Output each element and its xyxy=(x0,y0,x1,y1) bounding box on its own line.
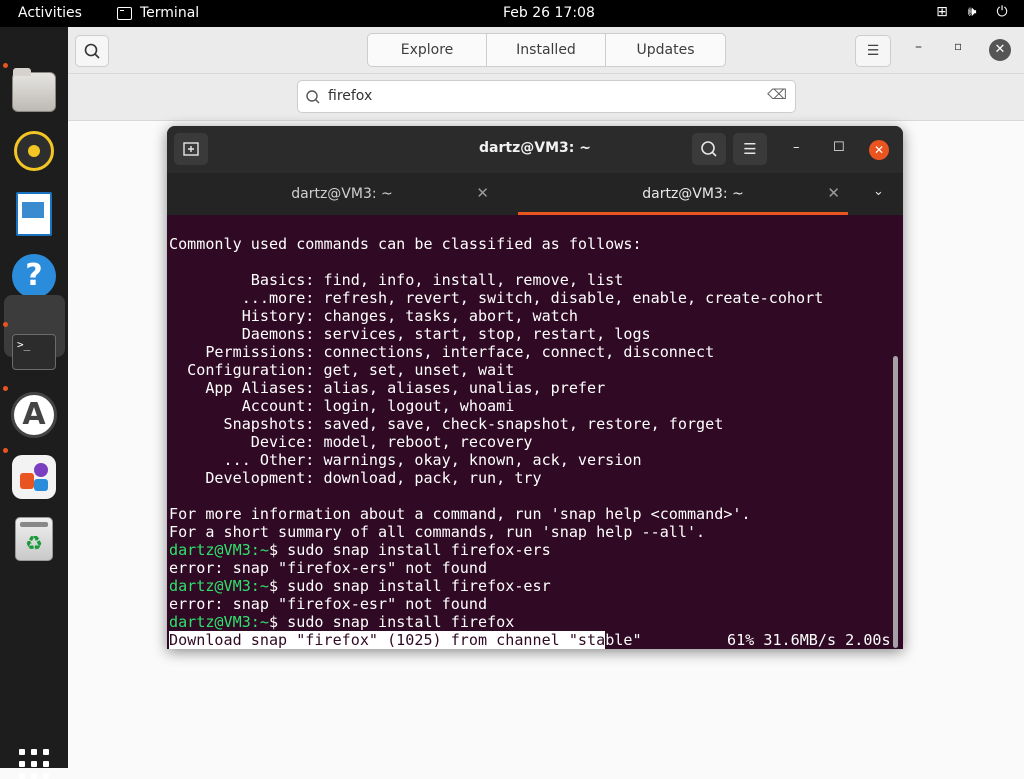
output-line: ...more: refresh, revert, switch, disabl… xyxy=(169,289,824,307)
top-bar: Activities Terminal Feb 26 17:08 ⊞ 🕪 ⏻ xyxy=(0,0,1024,27)
activities-button[interactable]: Activities xyxy=(18,5,82,21)
search-toggle-button[interactable] xyxy=(75,35,109,67)
output-line: Development: download, pack, run, try xyxy=(169,469,542,487)
prompt-path: :~ xyxy=(250,613,269,631)
terminal-headerbar: dartz@VM3: ~ ☰ – ☐ ✕ xyxy=(167,126,903,173)
terminal-window: dartz@VM3: ~ ☰ – ☐ ✕ dartz@VM3: ~ ✕ dart… xyxy=(167,126,903,649)
show-applications-icon[interactable] xyxy=(19,749,49,779)
download-eta: 2.00s xyxy=(845,631,891,649)
prompt-path: :~ xyxy=(250,541,269,559)
output-line: App Aliases: alias, aliases, unalias, pr… xyxy=(169,379,606,397)
minimize-icon[interactable]: – xyxy=(915,39,922,55)
terminal-app-icon[interactable]: >_ xyxy=(12,334,56,370)
download-speed: 31.6MB/s xyxy=(763,631,837,649)
output-line: Device: model, reboot, recovery xyxy=(169,433,533,451)
terminal-tab-label: dartz@VM3: ~ xyxy=(642,186,744,202)
download-stats: 61% 31.6MB/s 2.00s xyxy=(727,631,891,649)
output-line: Daemons: services, start, stop, restart,… xyxy=(169,325,651,343)
terminal-search-button[interactable] xyxy=(692,133,726,165)
terminal-menu-button[interactable]: ☰ xyxy=(733,133,767,165)
system-menu[interactable]: ⊞ 🕪 ⏻ xyxy=(934,4,1010,20)
network-icon[interactable]: ⊞ xyxy=(934,4,950,20)
search-icon xyxy=(306,90,320,104)
download-percent: 61% xyxy=(727,631,755,649)
close-tab-icon[interactable]: ✕ xyxy=(827,184,840,202)
download-progress-bar: Download snap "firefox" (1025) from chan… xyxy=(169,631,606,649)
output-line: Snapshots: saved, save, check-snapshot, … xyxy=(169,415,724,433)
download-progress-line: Download snap "firefox" (1025) from chan… xyxy=(169,631,642,649)
running-indicator xyxy=(3,386,8,391)
prompt-user: dartz@VM3 xyxy=(169,613,251,631)
terminal-tab-label: dartz@VM3: ~ xyxy=(291,186,393,202)
output-line: Permissions: connections, interface, con… xyxy=(169,343,715,361)
output-line: Configuration: get, set, unset, wait xyxy=(169,361,515,379)
app-center-icon[interactable] xyxy=(12,455,56,499)
software-search-input[interactable]: firefox ⌫ xyxy=(297,80,796,113)
hamburger-menu-icon[interactable]: ☰ xyxy=(855,35,891,67)
command-line: dartz@VM3:~$ sudo snap install firefox xyxy=(169,613,514,631)
software-updater-icon[interactable]: A xyxy=(11,392,57,438)
trash-icon[interactable]: ♻ xyxy=(15,517,53,561)
terminal-tab[interactable]: dartz@VM3: ~ ✕ xyxy=(167,173,517,215)
tab-updates[interactable]: Updates xyxy=(606,34,725,66)
terminal-tab-bar: dartz@VM3: ~ ✕ dartz@VM3: ~ ✕ ⌄ xyxy=(167,173,903,215)
output-line: For a short summary of all commands, run… xyxy=(169,523,706,541)
tab-explore[interactable]: Explore xyxy=(368,34,487,66)
running-indicator xyxy=(3,63,8,68)
download-text: ble" xyxy=(605,631,642,649)
output-line: Basics: find, info, install, remove, lis… xyxy=(169,271,624,289)
app-name: Terminal xyxy=(140,5,200,21)
close-icon[interactable]: ✕ xyxy=(869,140,889,160)
terminal-tab-active[interactable]: dartz@VM3: ~ ✕ xyxy=(518,173,868,215)
scrollbar[interactable] xyxy=(893,356,898,648)
command-text: $ sudo snap install firefox xyxy=(268,613,515,631)
close-icon[interactable]: ✕ xyxy=(989,39,1011,61)
command-text: $ sudo snap install firefox-ers xyxy=(268,541,551,559)
output-line: Commonly used commands can be classified… xyxy=(169,235,642,253)
tab-installed[interactable]: Installed xyxy=(487,34,606,66)
command-text: $ sudo snap install firefox-esr xyxy=(268,577,551,595)
maximize-icon[interactable]: ☐ xyxy=(833,140,845,155)
clock[interactable]: Feb 26 17:08 xyxy=(503,5,595,21)
output-line: For more information about a command, ru… xyxy=(169,505,751,523)
rhythmbox-icon[interactable] xyxy=(14,131,54,171)
output-line: error: snap "firefox-ers" not found xyxy=(169,559,488,577)
command-line: dartz@VM3:~$ sudo snap install firefox-e… xyxy=(169,541,551,559)
clear-search-icon[interactable]: ⌫ xyxy=(767,87,787,103)
terminal-icon xyxy=(117,6,132,20)
files-icon[interactable] xyxy=(12,68,56,112)
terminal-output[interactable]: Commonly used commands can be classified… xyxy=(167,215,903,649)
running-indicator xyxy=(3,322,8,327)
output-line: ... Other: warnings, okay, known, ack, v… xyxy=(169,451,642,469)
prompt-user: dartz@VM3 xyxy=(169,577,251,595)
close-tab-icon[interactable]: ✕ xyxy=(476,184,489,202)
chevron-down-icon[interactable]: ⌄ xyxy=(873,184,884,199)
maximize-icon[interactable]: ▫ xyxy=(954,39,962,53)
minimize-icon[interactable]: – xyxy=(793,140,800,155)
running-indicator xyxy=(3,448,8,453)
app-menu[interactable]: Terminal xyxy=(117,5,199,21)
output-line: Account: login, logout, whoami xyxy=(169,397,515,415)
dock: ? >_ A ♻ xyxy=(0,27,68,779)
search-value: firefox xyxy=(328,88,373,104)
volume-icon[interactable]: 🕪 xyxy=(964,4,980,20)
output-line: error: snap "firefox-esr" not found xyxy=(169,595,488,613)
prompt-path: :~ xyxy=(250,577,269,595)
prompt-user: dartz@VM3 xyxy=(169,541,251,559)
software-search-area: firefox ⌫ xyxy=(68,74,1024,121)
power-icon[interactable]: ⏻ xyxy=(994,4,1010,20)
search-icon xyxy=(701,141,717,157)
command-line: dartz@VM3:~$ sudo snap install firefox-e… xyxy=(169,577,551,595)
help-icon[interactable]: ? xyxy=(12,254,56,298)
software-header: Explore Installed Updates ☰ – ▫ ✕ xyxy=(68,27,1024,74)
view-switcher: Explore Installed Updates xyxy=(367,33,726,67)
search-icon xyxy=(84,43,100,59)
writer-icon[interactable] xyxy=(16,192,52,236)
output-line: History: changes, tasks, abort, watch xyxy=(169,307,578,325)
